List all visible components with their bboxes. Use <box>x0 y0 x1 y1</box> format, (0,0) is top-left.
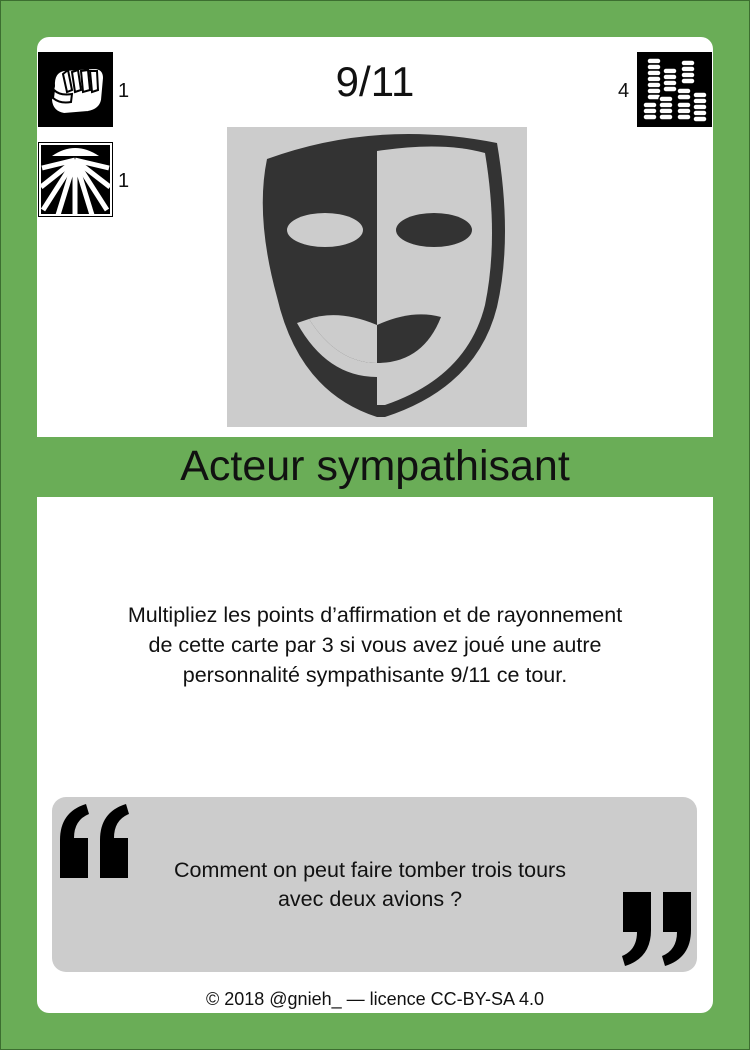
effect-line: de cette carte par 3 si vous avez joué u… <box>148 633 602 657</box>
effect-line: personnalité sympathisante 9/11 ce tour. <box>182 663 568 687</box>
card-credits: © 2018 @gnieh_ — licence CC-BY-SA 4.0 <box>205 989 545 1009</box>
effect-line: Multipliez les points d’affirmation et d… <box>127 603 623 627</box>
coins-stack-icon <box>637 52 712 127</box>
card-title: Acteur sympathisant <box>180 442 570 490</box>
affirmation-value: 1 <box>118 80 130 102</box>
card-number: 9/11 <box>335 58 415 105</box>
card-effect-text: Multipliez les points d’affirmation et d… <box>60 600 690 690</box>
card-quote-text: Comment on peut faire tomber trois tours… <box>130 856 610 914</box>
close-quote-icon <box>622 892 691 966</box>
theater-mask-icon <box>262 134 505 417</box>
fist-icon <box>38 52 113 127</box>
rayonnement-value: 1 <box>118 170 130 192</box>
quote-line: Comment on peut faire tomber trois tours <box>174 858 566 882</box>
sunburst-icon <box>38 142 113 217</box>
cost-value: 4 <box>618 80 630 102</box>
open-quote-icon <box>60 804 129 878</box>
quote-line: avec deux avions ? <box>277 887 463 911</box>
